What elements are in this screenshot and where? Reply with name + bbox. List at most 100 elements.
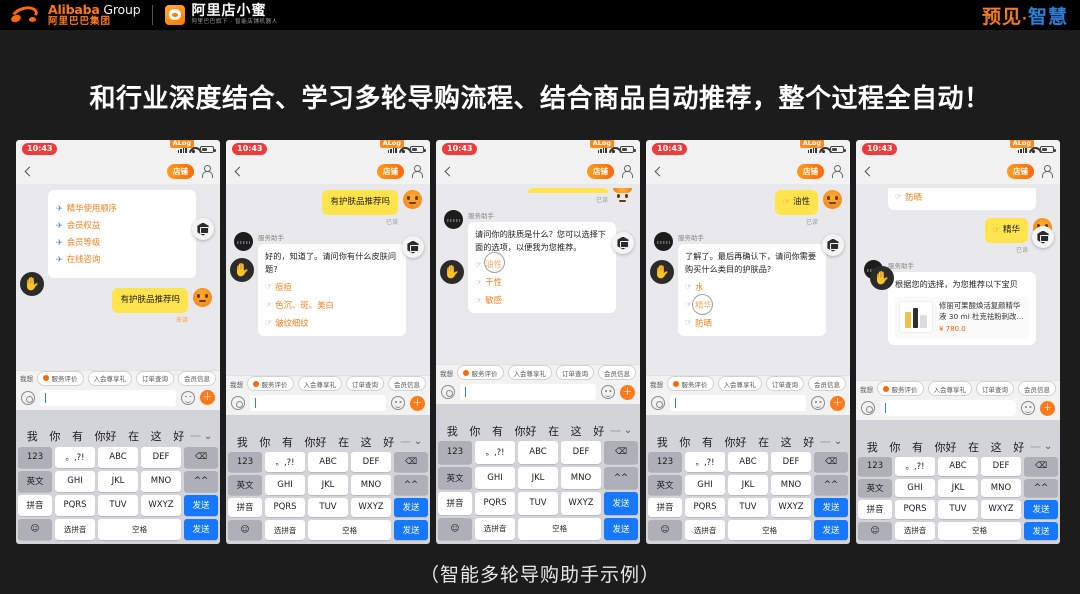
add-more-button[interactable]: +	[200, 390, 215, 406]
message-input[interactable]	[460, 384, 596, 401]
back-icon[interactable]	[654, 166, 665, 176]
key-space[interactable]: 空格	[728, 520, 811, 540]
key-select-pinyin[interactable]: 选拼音	[685, 520, 726, 540]
candidate-word[interactable]: 我	[651, 434, 674, 450]
key-abc[interactable]: ABC	[518, 441, 558, 464]
key-space[interactable]: 空格	[518, 517, 601, 541]
assistant-fab-icon[interactable]	[612, 232, 634, 254]
product-card[interactable]: 修丽可果酸焕活复颜精华液 30 ml 杜克祛粉刺改... ¥ 780.0	[895, 296, 1029, 340]
key-tuv[interactable]: TUV	[938, 500, 978, 519]
key-send[interactable]: 发送	[814, 497, 848, 518]
key-select-pinyin[interactable]: 选拼音	[265, 520, 306, 540]
key-wxyz[interactable]: WXYZ	[771, 497, 811, 518]
key-wxyz[interactable]: WXYZ	[351, 497, 391, 518]
key-emoji[interactable]: ☺	[858, 521, 892, 541]
candidate-word[interactable]: 这	[985, 439, 1008, 455]
add-more-button[interactable]: +	[830, 395, 845, 411]
add-more-button[interactable]: +	[1040, 400, 1055, 416]
chip-order-query[interactable]: 订单查询	[556, 365, 594, 381]
key-send-bottom[interactable]: 发送	[604, 517, 638, 541]
key-mno[interactable]: MNO	[561, 466, 601, 490]
candidate-word[interactable]: 好	[1007, 439, 1030, 455]
candidate-word[interactable]: 在	[122, 428, 145, 444]
key-jkl[interactable]: JKL	[98, 470, 138, 492]
profile-icon[interactable]	[621, 165, 633, 178]
key-pqrs[interactable]: PQRS	[685, 497, 725, 518]
message-input[interactable]	[40, 389, 176, 406]
key-123[interactable]: 123	[438, 441, 472, 464]
key-english[interactable]: 英文	[648, 474, 682, 495]
chip-member-gift[interactable]: 入会尊享礼	[927, 381, 972, 397]
key-123[interactable]: 123	[858, 457, 892, 476]
candidate-word[interactable]: 我	[231, 434, 254, 450]
candidate-word[interactable]: 你	[464, 423, 487, 439]
menu-item[interactable]: ✈ 会员等级	[56, 236, 188, 248]
key-pqrs[interactable]: PQRS	[265, 497, 305, 518]
key-jkl[interactable]: JKL	[938, 478, 978, 498]
key-space[interactable]: 空格	[938, 521, 1021, 541]
chip-service-rating[interactable]: 服务评价	[877, 381, 924, 397]
back-icon[interactable]	[444, 166, 455, 176]
key-tuv[interactable]: TUV	[518, 492, 558, 515]
emoji-icon[interactable]	[601, 385, 615, 400]
candidate-word[interactable]: 我	[861, 439, 884, 455]
option-item[interactable]: ☞ 水	[685, 281, 819, 294]
key-select-pinyin[interactable]: 选拼音	[895, 521, 936, 541]
key-tuv[interactable]: TUV	[728, 497, 768, 518]
emoji-icon[interactable]	[1021, 401, 1035, 416]
key-abc[interactable]: ABC	[728, 452, 768, 472]
key-abc[interactable]: ABC	[308, 452, 348, 472]
key-ghi[interactable]: GHI	[55, 470, 95, 492]
candidate-word[interactable]: 在	[752, 434, 775, 450]
shop-button[interactable]: 店铺	[167, 163, 194, 179]
candidate-word[interactable]: 你	[254, 434, 277, 450]
candidate-word[interactable]: 你好	[299, 434, 333, 450]
key-shift[interactable]: ^^	[1024, 478, 1058, 498]
chip-member-info[interactable]: 会员信息	[388, 376, 426, 392]
key-shift[interactable]: ^^	[394, 474, 428, 495]
key-pqrs[interactable]: PQRS	[895, 500, 935, 519]
shop-button[interactable]: 店铺	[1007, 163, 1034, 179]
key-ghi[interactable]: GHI	[475, 466, 515, 490]
assistant-fab-icon[interactable]	[822, 234, 844, 256]
key-english[interactable]: 英文	[858, 478, 892, 498]
key-send[interactable]: 发送	[1024, 500, 1058, 519]
key-select-pinyin[interactable]: 选拼音	[475, 517, 516, 541]
chip-service-rating[interactable]: 服务评价	[247, 376, 294, 392]
key-jkl[interactable]: JKL	[728, 474, 768, 495]
chip-member-info[interactable]: 会员信息	[1018, 381, 1056, 397]
key-abc[interactable]: ABC	[98, 446, 138, 468]
chip-service-rating[interactable]: 服务评价	[37, 370, 84, 386]
key-123[interactable]: 123	[648, 452, 682, 472]
candidate-word[interactable]: 你好	[719, 434, 753, 450]
shop-button[interactable]: 店铺	[377, 163, 404, 179]
candidate-word[interactable]: 你	[44, 428, 67, 444]
option-item[interactable]: ☞ 痘痘	[265, 281, 399, 294]
key-def[interactable]: DEF	[981, 457, 1021, 476]
key-send-bottom[interactable]: 发送	[184, 518, 218, 541]
candidate-word[interactable]: 你好	[89, 428, 123, 444]
assistant-fab-icon[interactable]	[402, 236, 424, 258]
chip-member-info[interactable]: 会员信息	[808, 376, 846, 392]
candidate-word[interactable]: 你好	[929, 439, 963, 455]
option-item[interactable]: ☞ 敏感	[475, 294, 609, 307]
chip-member-info[interactable]: 会员信息	[598, 365, 636, 381]
candidate-word[interactable]: 在	[332, 434, 355, 450]
key-send[interactable]: 发送	[604, 492, 638, 515]
key-pinyin[interactable]: 拼音	[648, 497, 682, 518]
option-item[interactable]: ☞ 干性	[475, 276, 609, 289]
key-emoji[interactable]: ☺	[438, 517, 472, 541]
key-def[interactable]: DEF	[771, 452, 811, 472]
menu-item[interactable]: ✈ 在线咨询	[56, 253, 188, 265]
profile-icon[interactable]	[201, 165, 213, 178]
key-def[interactable]: DEF	[141, 446, 181, 468]
chip-member-info[interactable]: 会员信息	[178, 370, 216, 386]
key-backspace[interactable]: ⌫	[814, 452, 848, 472]
key-pqrs[interactable]: PQRS	[475, 492, 515, 515]
key-backspace[interactable]: ⌫	[604, 441, 638, 464]
candidate-word[interactable]: 好	[797, 434, 820, 450]
candidate-word[interactable]: 有	[276, 434, 299, 450]
key-backspace[interactable]: ⌫	[1024, 457, 1058, 476]
back-icon[interactable]	[234, 166, 245, 176]
key-jkl[interactable]: JKL	[518, 466, 558, 490]
